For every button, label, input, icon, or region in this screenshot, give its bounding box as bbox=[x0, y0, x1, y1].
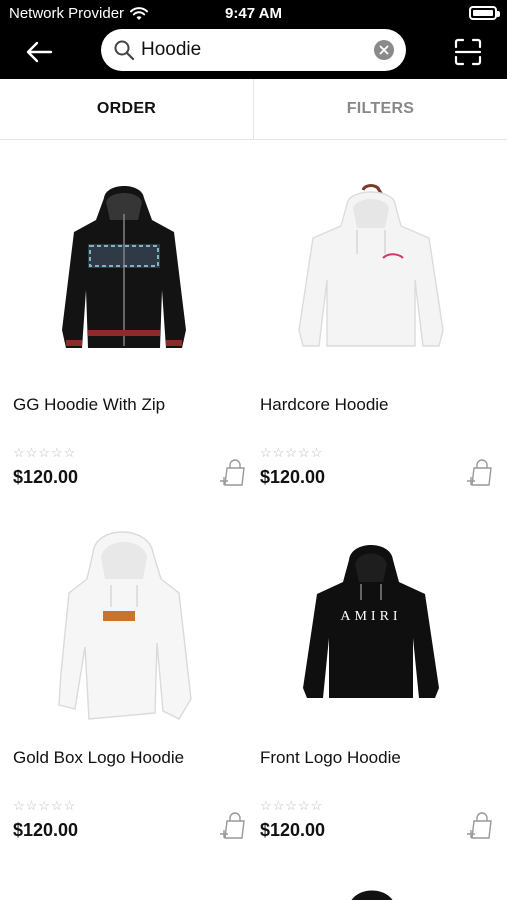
add-to-cart-icon bbox=[467, 459, 492, 486]
product-image[interactable]: AMIRI bbox=[247, 523, 494, 723]
product-image[interactable] bbox=[0, 170, 247, 370]
add-to-cart-icon bbox=[220, 459, 245, 486]
black-logo-hoodie-icon: AMIRI bbox=[302, 545, 439, 698]
tab-filters[interactable]: FILTERS bbox=[254, 79, 507, 139]
add-to-cart-icon bbox=[220, 812, 245, 839]
add-to-cart-icon bbox=[467, 812, 492, 839]
add-to-cart-button[interactable] bbox=[465, 458, 495, 488]
add-to-cart-button[interactable] bbox=[218, 458, 248, 488]
status-bar: Network Provider 9:47 AM bbox=[0, 0, 507, 28]
product-card[interactable] bbox=[247, 846, 494, 900]
product-price: $120.00 bbox=[13, 820, 79, 840]
product-logo-text: AMIRI bbox=[340, 609, 401, 624]
search-bar bbox=[101, 29, 406, 71]
search-input[interactable] bbox=[141, 35, 361, 65]
black-zip-hoodie-icon bbox=[61, 186, 186, 348]
tab-order[interactable]: ORDER bbox=[0, 79, 254, 139]
product-price: $120.00 bbox=[13, 467, 79, 487]
close-icon bbox=[379, 45, 389, 55]
product-card[interactable]: Hardcore Hoodie ☆☆☆☆☆ $120.00 bbox=[247, 140, 494, 493]
search-icon bbox=[114, 40, 135, 61]
add-to-cart-button[interactable] bbox=[465, 811, 495, 841]
product-price: $120.00 bbox=[260, 467, 326, 487]
sort-filter-tabs: ORDER FILTERS bbox=[0, 79, 507, 140]
rating-stars: ☆☆☆☆☆ bbox=[13, 798, 77, 813]
back-button[interactable] bbox=[23, 36, 55, 68]
product-card[interactable]: AMIRI Front Logo Hoodie ☆☆☆☆☆ $120.00 bbox=[247, 493, 494, 846]
product-card[interactable]: GG Hoodie With Zip ☆☆☆☆☆ $120.00 bbox=[0, 140, 247, 493]
scan-button[interactable] bbox=[452, 36, 484, 68]
add-to-cart-button[interactable] bbox=[218, 811, 248, 841]
battery-icon bbox=[469, 6, 500, 20]
top-bar: Network Provider 9:47 AM bbox=[0, 0, 507, 79]
product-name[interactable]: Front Logo Hoodie bbox=[260, 748, 401, 768]
product-image[interactable] bbox=[247, 170, 494, 370]
arrow-left-icon bbox=[26, 41, 53, 63]
product-name[interactable]: Gold Box Logo Hoodie bbox=[13, 748, 184, 768]
product-name[interactable]: GG Hoodie With Zip bbox=[13, 395, 165, 415]
product-price: $120.00 bbox=[260, 820, 326, 840]
product-image[interactable] bbox=[0, 523, 247, 723]
product-card[interactable]: Gold Box Logo Hoodie ☆☆☆☆☆ $120.00 bbox=[0, 493, 247, 846]
clock: 9:47 AM bbox=[225, 5, 282, 22]
clear-search-button[interactable] bbox=[374, 40, 394, 60]
rating-stars: ☆☆☆☆☆ bbox=[13, 445, 77, 460]
white-boxlogo-hoodie-icon bbox=[57, 531, 192, 720]
product-name[interactable]: Hardcore Hoodie bbox=[260, 395, 389, 415]
rating-stars: ☆☆☆☆☆ bbox=[260, 798, 324, 813]
white-hoodie-icon bbox=[297, 184, 444, 347]
scan-icon bbox=[454, 38, 482, 66]
black-hoodie-partial-icon bbox=[351, 890, 393, 900]
rating-stars: ☆☆☆☆☆ bbox=[260, 445, 324, 460]
